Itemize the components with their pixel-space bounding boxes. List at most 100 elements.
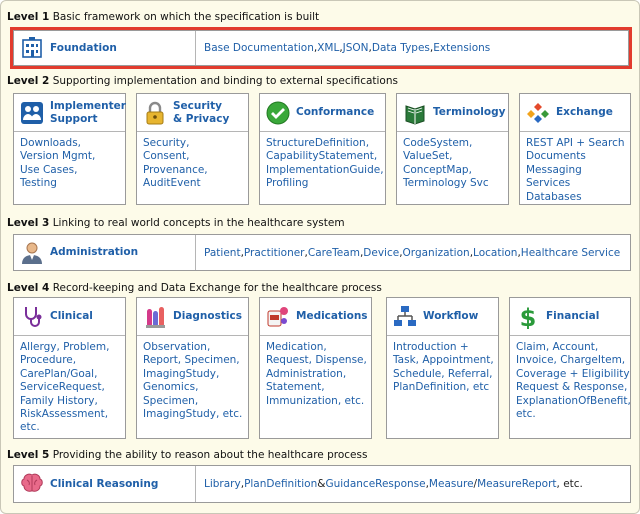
resource-link[interactable]: CareTeam [308,247,360,259]
administration-title: Administration [50,246,139,258]
card-line[interactable]: Observation, [143,341,248,354]
clinical-reasoning-box[interactable]: Clinical Reasoning Library, PlanDefiniti… [13,465,631,503]
card-line[interactable]: etc. [20,421,125,434]
card-exchange[interactable]: Exchange REST API + Search Documents Messa… [519,93,631,205]
resource-link[interactable]: Organization [403,247,470,259]
card-line[interactable]: Specimen, [143,395,248,408]
card-line[interactable]: Introduction + [393,341,498,354]
pills-icon [266,305,290,329]
level-4-heading: Level 4 Record-keeping and Data Exchange… [7,282,382,294]
card-line[interactable]: Provenance, [143,164,248,177]
card-line[interactable]: Schedule, Referral, [393,368,498,381]
card-line[interactable]: Invoice, ChargeItem, [516,354,630,367]
resource-link[interactable]: GuidanceResponse [325,478,425,490]
card-title: Terminology [433,106,506,118]
card-line[interactable]: Statement, [266,381,371,394]
resource-link[interactable]: Location [473,247,517,259]
clinical-reasoning-header[interactable]: Clinical Reasoning [14,466,196,502]
card-line[interactable]: StructureDefinition, [266,137,385,150]
resource-link[interactable]: Practitioner [244,247,305,259]
card-clinical[interactable]: Clinical Allergy, Problem, Procedure, Care… [13,297,126,439]
card-line[interactable]: REST API + Search [526,137,630,150]
card-title: Financial [546,310,600,322]
administration-list: Patient, Practitioner, CareTeam, Device,… [196,235,620,270]
card-workflow[interactable]: Workflow Introduction + Task, Appointment… [386,297,499,439]
resource-link[interactable]: Healthcare Service [521,247,620,259]
fhir-framework-diagram: Level 1 Basic framework on which the spe… [0,0,640,514]
card-line[interactable]: Security, [143,137,248,150]
card-line[interactable]: Immunization, etc. [266,395,371,408]
card-line[interactable]: Coverage + Eligibility [516,368,630,381]
svg-text:$: $ [520,305,537,329]
card-line[interactable]: Documents [526,150,630,163]
card-line[interactable]: Use Cases, [20,164,125,177]
card-line[interactable]: Task, Appointment, [393,354,498,367]
card-line[interactable]: ExplanationOfBenefit, [516,395,631,408]
card-line[interactable]: Testing [20,177,125,190]
card-line[interactable]: ValueSet, [403,150,508,163]
card-line[interactable]: Allergy, Problem, [20,341,125,354]
resource-link[interactable]: Library [204,478,241,490]
resource-link[interactable]: Measure [429,478,474,490]
card-body: Claim, Account, Invoice, ChargeItem, Cover… [510,336,631,421]
card-line[interactable]: Request, Dispense, [266,354,371,367]
exchange-icon [526,101,550,125]
card-line[interactable]: Administration, [266,368,371,381]
card-line[interactable]: Profiling [266,177,385,190]
users-icon [20,101,44,125]
card-title: Exchange [556,106,613,118]
card-line[interactable]: ImplementationGuide, [266,164,385,177]
card-line[interactable]: Downloads, [20,137,125,150]
card-line[interactable]: Terminology Svc [403,177,508,190]
card-line[interactable]: CarePlan/Goal, [20,368,125,381]
card-line[interactable]: Services [526,177,630,190]
card-line[interactable]: Consent, [143,150,248,163]
resource-link[interactable]: PlanDefinition [244,478,317,490]
card-diagnostics[interactable]: Diagnostics Observation, Report, Specimen… [136,297,249,439]
card-security-privacy[interactable]: Security & Privacy Security, Consent, Prove… [136,93,249,205]
card-line[interactable]: CodeSystem, [403,137,508,150]
card-line[interactable]: Procedure, [20,354,125,367]
level-2-heading: Level 2 Supporting implementation and bi… [7,75,398,87]
card-body: StructureDefinition, CapabilityStatement,… [260,132,385,191]
level-1-heading: Level 1 Basic framework on which the spe… [7,11,320,23]
card-line[interactable]: Claim, Account, [516,341,630,354]
card-implementer-support[interactable]: Implementer Support Downloads, Version Mgm… [13,93,126,205]
administration-header[interactable]: Administration [14,235,196,270]
card-line[interactable]: Messaging [526,164,630,177]
flowchart-icon [393,305,417,329]
card-title: Medications [296,310,368,322]
clinical-reasoning-list: Library, PlanDefinition & GuidanceRespon… [196,466,583,502]
resource-link[interactable]: MeasureReport [477,478,556,490]
card-body: REST API + Search Documents Messaging Servi… [520,132,630,204]
card-line[interactable]: Request & Response, [516,381,630,394]
card-line[interactable]: Family History, [20,395,125,408]
card-line[interactable]: Report, Specimen, [143,354,248,367]
card-line[interactable]: ServiceRequest, [20,381,125,394]
card-title: Clinical [50,310,93,322]
card-body: Downloads, Version Mgmt, Use Cases, Testing [14,132,125,191]
card-medications[interactable]: Medications Medication, Request, Dispense… [259,297,372,439]
administration-box[interactable]: Administration Patient, Practitioner, Ca… [13,234,631,271]
resource-link[interactable]: Patient [204,247,241,259]
card-title: Conformance [296,106,375,118]
card-line[interactable]: AuditEvent [143,177,248,190]
card-line[interactable]: etc. [516,408,630,421]
card-line[interactable]: ImagingStudy, [143,368,248,381]
resource-link[interactable]: Device [363,247,399,259]
stethoscope-icon [20,305,44,329]
checkmark-icon [266,101,290,125]
card-conformance[interactable]: Conformance StructureDefinition, Capabili… [259,93,386,205]
card-line[interactable]: Genomics, [143,381,248,394]
card-line[interactable]: Medication, [266,341,371,354]
card-line[interactable]: ImagingStudy, etc. [143,408,248,421]
card-line[interactable]: ConceptMap, [403,164,508,177]
card-terminology[interactable]: Terminology CodeSystem, ValueSet, ConceptM… [396,93,509,205]
card-line[interactable]: PlanDefinition, etc [393,381,498,394]
card-line[interactable]: RiskAssessment, [20,408,125,421]
card-line[interactable]: CapabilityStatement, [266,150,385,163]
card-line[interactable]: Databases [526,191,630,204]
separator: , etc. [556,478,583,490]
card-line[interactable]: Version Mgmt, [20,150,125,163]
card-financial[interactable]: $ Financial Claim, Account, Invoice, Char… [509,297,631,439]
